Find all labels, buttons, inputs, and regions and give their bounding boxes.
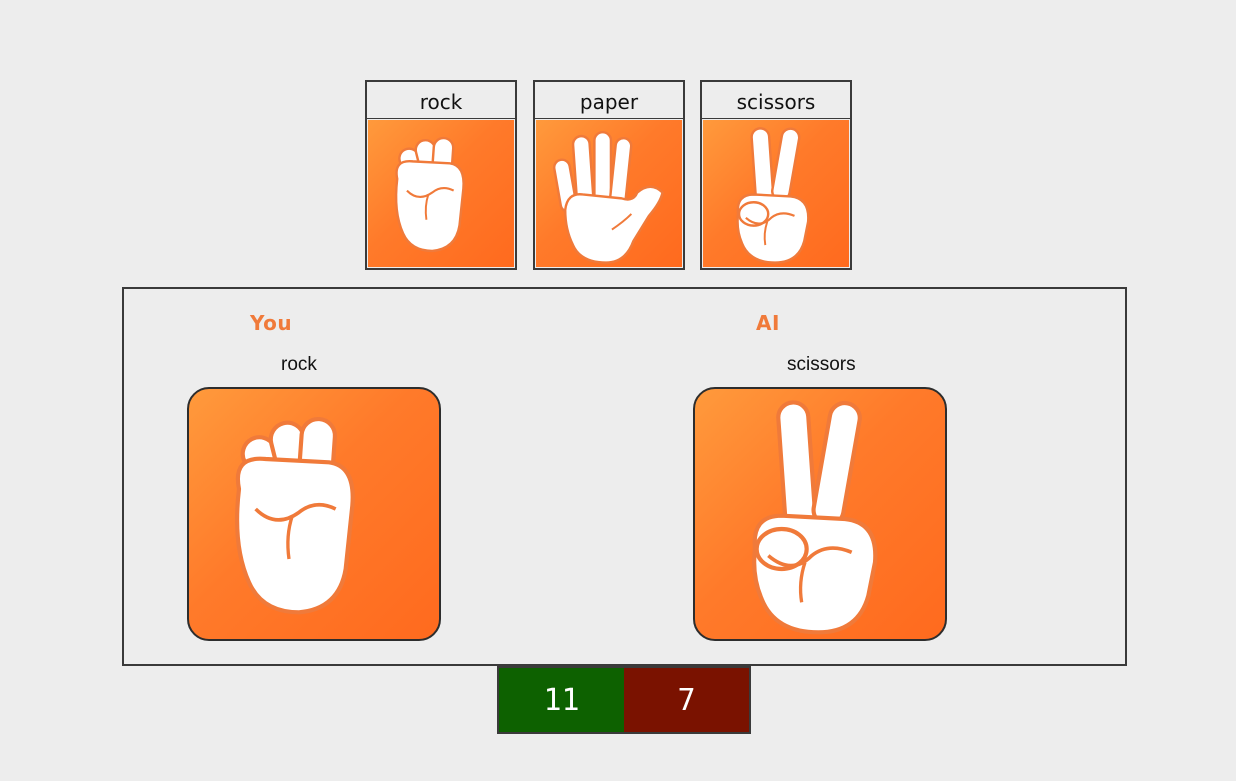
- choice-paper-label: paper: [535, 82, 683, 119]
- you-title: You: [250, 311, 293, 335]
- scoreboard: 11 7: [497, 666, 751, 734]
- choice-rock-label: rock: [367, 82, 515, 119]
- battle-arena: You rock AI scissors: [122, 287, 1127, 666]
- rock-fist-icon: [189, 389, 439, 639]
- choice-rock[interactable]: rock: [365, 80, 517, 270]
- scissors-hand-icon: [703, 120, 849, 267]
- ai-score: 7: [624, 668, 749, 732]
- scissors-hand-icon: [695, 389, 945, 639]
- you-pick-label: rock: [281, 354, 317, 375]
- rock-fist-icon: [368, 120, 514, 267]
- choice-scissors[interactable]: scissors: [700, 80, 852, 270]
- you-score: 11: [499, 668, 624, 732]
- choice-paper[interactable]: paper: [533, 80, 685, 270]
- choice-scissors-label: scissors: [702, 82, 850, 119]
- paper-hand-icon: [536, 120, 682, 267]
- you-pick-card: [187, 387, 441, 641]
- ai-pick-label: scissors: [787, 354, 856, 375]
- ai-pick-card: [693, 387, 947, 641]
- ai-title: AI: [756, 311, 780, 335]
